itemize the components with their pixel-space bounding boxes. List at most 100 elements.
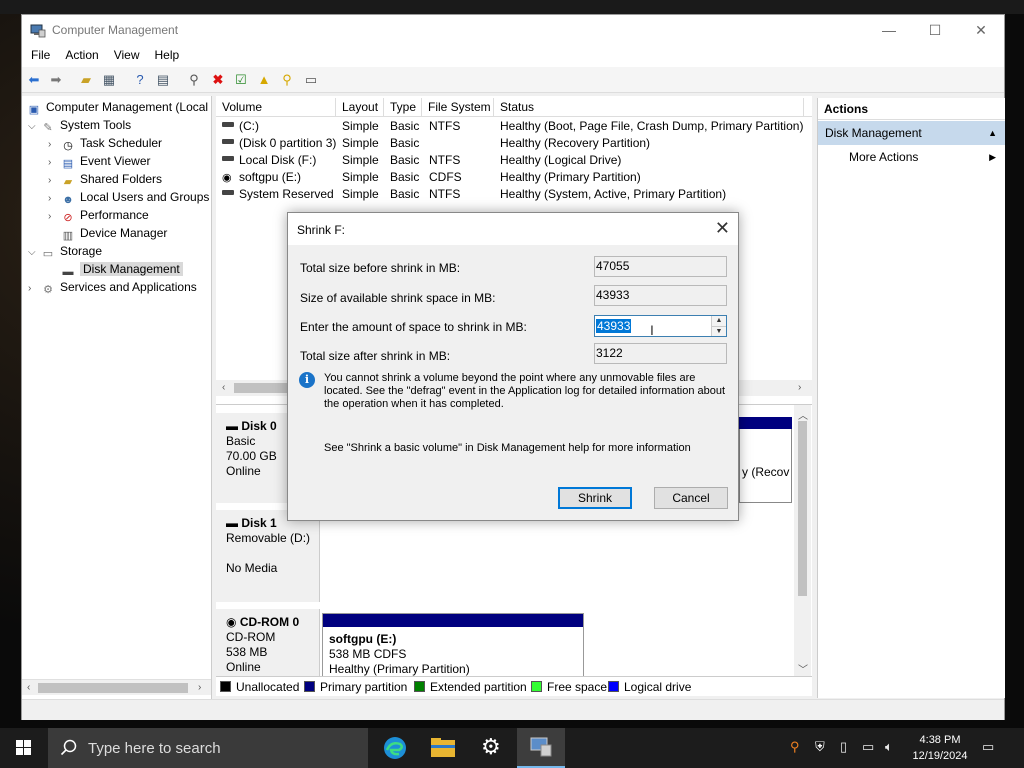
dialog-close-icon[interactable]: ✕: [715, 218, 730, 239]
delete-icon[interactable]: ✖: [210, 72, 226, 88]
scroll-left-icon[interactable]: ‹: [27, 682, 30, 693]
properties-icon[interactable]: ▤: [155, 72, 171, 88]
table-row[interactable]: (Disk 0 partition 3) Simple Basic Health…: [216, 135, 812, 152]
volume-icon: [222, 139, 234, 144]
chevron-right-icon[interactable]: ›: [28, 280, 40, 298]
scroll-thumb[interactable]: [38, 683, 188, 693]
taskbar-settings[interactable]: ⚙: [468, 728, 516, 768]
collapse-icon[interactable]: ▲: [988, 121, 997, 145]
tree-storage[interactable]: ⌵ ▭ Storage: [28, 242, 102, 260]
tree-horizontal-scrollbar[interactable]: ‹ ›: [22, 679, 211, 695]
menu-action[interactable]: Action: [56, 45, 104, 62]
scroll-right-icon[interactable]: ›: [798, 382, 801, 393]
legend: Unallocated Primary partition Extended p…: [216, 676, 812, 696]
cancel-button[interactable]: Cancel: [654, 487, 728, 509]
disk-icon: ▬: [226, 516, 242, 530]
back-arrow-icon[interactable]: ⬅: [26, 72, 42, 88]
column-volume[interactable]: Volume: [216, 98, 336, 117]
search-placeholder: Type here to search: [88, 740, 221, 757]
column-file-system[interactable]: File System: [422, 98, 494, 117]
spin-down-icon[interactable]: ▼: [711, 326, 726, 336]
table-row[interactable]: (C:) Simple Basic NTFS Healthy (Boot, Pa…: [216, 118, 812, 135]
scroll-right-icon[interactable]: ›: [198, 682, 201, 693]
tree-performance[interactable]: › ⊘ Performance: [48, 206, 149, 224]
network-icon[interactable]: ▭: [862, 739, 874, 755]
start-button[interactable]: [0, 728, 48, 768]
shrink-button[interactable]: Shrink: [558, 487, 632, 509]
menu-view[interactable]: View: [105, 45, 146, 62]
tree-root[interactable]: ▣ Computer Management (Local: [26, 98, 208, 116]
menu-file[interactable]: File: [22, 45, 56, 62]
up-folder-icon[interactable]: ▰: [78, 72, 94, 88]
disk0-partition-bar[interactable]: [739, 417, 792, 429]
check-icon[interactable]: ☑: [233, 72, 249, 88]
tree-event-viewer[interactable]: › ▤ Event Viewer: [48, 152, 150, 170]
help-icon[interactable]: ?: [132, 72, 148, 88]
table-row[interactable]: Local Disk (F:) Simple Basic NTFS Health…: [216, 152, 812, 169]
security-shield-icon[interactable]: ⛨: [815, 739, 825, 755]
tree-disk-management[interactable]: ▬ Disk Management: [60, 260, 183, 278]
chevron-down-icon[interactable]: ⌵: [28, 118, 40, 136]
info-text: You cannot shrink a volume beyond the po…: [324, 372, 726, 410]
taskbar-file-explorer[interactable]: [419, 728, 467, 768]
column-layout[interactable]: Layout: [336, 98, 384, 117]
tree-local-users[interactable]: › ☻ Local Users and Groups: [48, 188, 209, 206]
disk0-recovery-partition[interactable]: y (Recov: [739, 429, 792, 503]
window-title: Computer Management: [52, 23, 179, 37]
legend-primary: Primary partition: [304, 680, 407, 694]
column-type[interactable]: Type: [384, 98, 422, 117]
tree-task-scheduler[interactable]: › ◷ Task Scheduler: [48, 134, 162, 152]
shrink-amount-stepper[interactable]: 43933 ▲ ▼: [594, 315, 727, 337]
volume-icon[interactable]: 🔈︎: [885, 739, 893, 755]
new-folder-icon[interactable]: ▲: [256, 72, 272, 88]
shrink-amount-value[interactable]: 43933: [596, 319, 632, 333]
legend-swatch: [608, 681, 619, 692]
scroll-up-icon[interactable]: ︿: [798, 407, 808, 422]
tree-shared-folders[interactable]: › ▰ Shared Folders: [48, 170, 162, 188]
usb-device-icon[interactable]: ▯: [840, 739, 847, 755]
show-hide-console-tree-icon[interactable]: ▦: [101, 72, 117, 88]
chevron-right-icon[interactable]: ›: [48, 208, 60, 226]
computer-management-icon: [30, 24, 46, 38]
legend-unallocated: Unallocated: [220, 680, 299, 694]
scroll-thumb[interactable]: [234, 383, 294, 393]
gpane-vertical-scrollbar[interactable]: ︿ ﹀: [794, 405, 811, 677]
available-field: 43933: [594, 285, 727, 306]
taskbar-search[interactable]: Type here to search: [48, 728, 368, 768]
folder-icon: [431, 738, 455, 757]
scroll-down-icon[interactable]: ﹀: [798, 661, 808, 676]
taskbar-computer-management[interactable]: [517, 728, 565, 768]
scroll-left-icon[interactable]: ‹: [222, 382, 225, 393]
maximize-button[interactable]: ☐: [912, 15, 958, 45]
notification-icon[interactable]: ▭: [982, 739, 994, 755]
cdrom0-label[interactable]: ◉ CD-ROM 0 CD-ROM 538 MB Online: [216, 609, 320, 683]
close-button[interactable]: ✕: [958, 15, 1004, 45]
search-tray-icon[interactable]: ⚲: [790, 739, 800, 755]
menu-help[interactable]: Help: [146, 45, 186, 62]
view-icon[interactable]: ▭: [303, 72, 319, 88]
more-actions[interactable]: More Actions: [849, 148, 918, 166]
tree-system-tools[interactable]: ⌵ ✎ System Tools: [28, 116, 131, 134]
connect-icon[interactable]: ⚲: [186, 72, 202, 88]
cdrom-volume[interactable]: softgpu (E:) 538 MB CDFS Healthy (Primar…: [322, 613, 584, 683]
dialog-title-bar[interactable]: Shrink F: ✕: [288, 213, 738, 245]
tree-services[interactable]: › ⚙ Services and Applications: [28, 278, 197, 296]
chevron-down-icon[interactable]: ⌵: [28, 244, 40, 262]
spin-up-icon[interactable]: ▲: [711, 316, 726, 326]
clock[interactable]: 4:38 PM 12/19/2024: [908, 732, 972, 764]
forward-arrow-icon[interactable]: ➡: [48, 72, 64, 88]
taskbar-edge[interactable]: [371, 728, 419, 768]
column-status[interactable]: Status: [494, 98, 804, 117]
minimize-button[interactable]: —: [866, 15, 912, 45]
tree-device-manager[interactable]: ▥ Device Manager: [60, 224, 168, 242]
title-bar[interactable]: Computer Management — ☐ ✕: [22, 15, 1004, 45]
search-folder-icon[interactable]: ⚲: [279, 72, 295, 88]
scroll-thumb[interactable]: [798, 421, 807, 596]
table-row[interactable]: System Reserved Simple Basic NTFS Health…: [216, 186, 812, 203]
tools-icon: ✎: [43, 122, 53, 134]
disk1-label[interactable]: ▬ Disk 1 Removable (D:) No Media: [216, 510, 320, 602]
total-after-field: 3122: [594, 343, 727, 364]
actions-disk-management[interactable]: Disk Management ▲: [818, 121, 1005, 145]
legend-swatch: [220, 681, 231, 692]
table-row[interactable]: ◉ softgpu (E:) Simple Basic CDFS Healthy …: [216, 169, 812, 186]
